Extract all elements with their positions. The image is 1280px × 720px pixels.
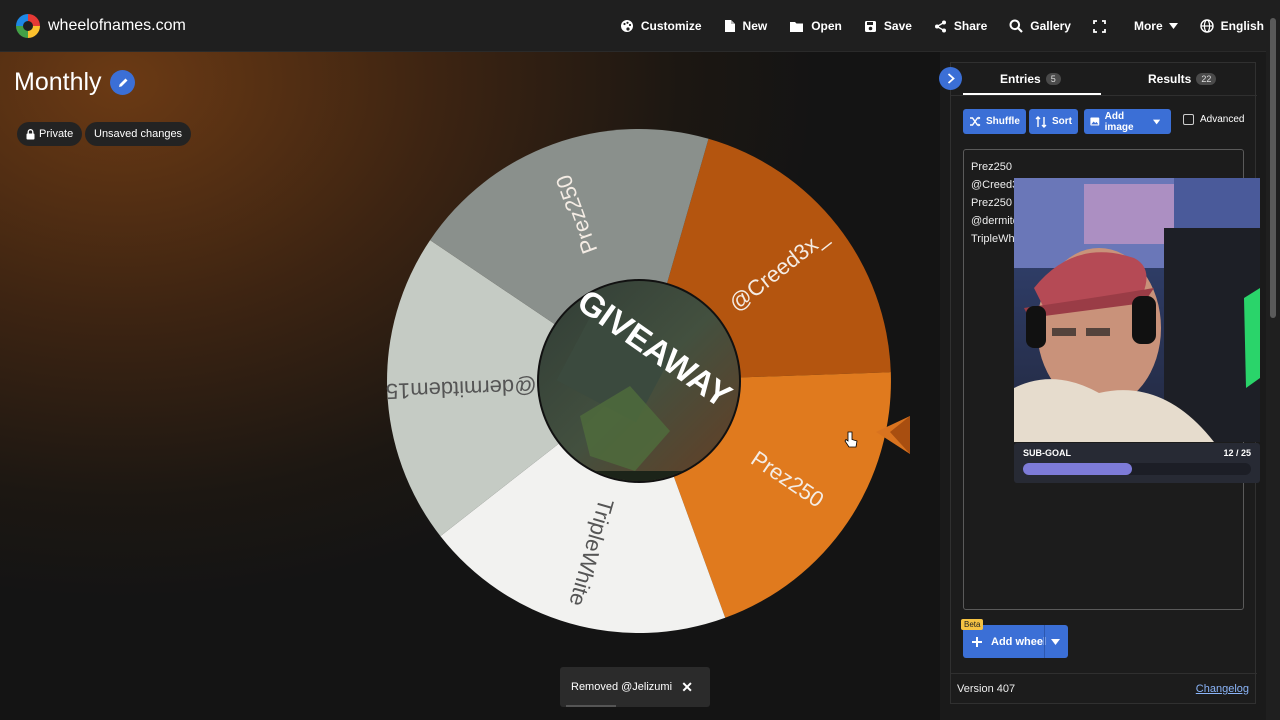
top-bar: wheelofnames.com Customize New Open Save… (0, 0, 1280, 52)
image-icon (1090, 117, 1100, 126)
nav-save[interactable]: Save (864, 19, 912, 33)
add-image-label: Add image (1104, 110, 1134, 133)
file-icon (724, 20, 735, 32)
save-icon (864, 20, 876, 32)
toast-text: Removed @Jelizumi (571, 681, 673, 693)
wheel-title: Monthly (14, 68, 102, 96)
advanced-label: Advanced (1200, 114, 1245, 125)
lock-icon (26, 128, 35, 139)
nav-gallery[interactable]: Gallery (1009, 19, 1071, 33)
nav-share-label: Share (953, 19, 988, 33)
subgoal-progress-track (1023, 463, 1251, 475)
private-chip[interactable]: Private (17, 122, 83, 146)
caret-down-icon (1152, 119, 1160, 124)
removed-toast: Removed @Jelizumi ✕ (560, 667, 710, 707)
tab-results[interactable]: Results 22 (1148, 63, 1217, 95)
panel-tabs: Entries 5 Results 22 (951, 63, 1257, 96)
add-wheel-label: Add wheel (991, 635, 1047, 648)
beta-badge: Beta (961, 619, 984, 630)
share-icon (934, 20, 946, 32)
pencil-icon (118, 78, 127, 87)
nav-new-label: New (742, 19, 768, 33)
nav-more-label: More (1133, 19, 1163, 33)
spinning-wheel[interactable]: @Creed3x_Prez250TripleWhite@dermitdem15P… (380, 86, 920, 671)
edit-title-button[interactable] (110, 70, 135, 95)
tabs-divider (951, 95, 1257, 96)
fullscreen-icon (1093, 19, 1106, 33)
nav-open[interactable]: Open (789, 19, 842, 33)
version-text: Version 407 (957, 683, 1016, 695)
tab-entries-label: Entries (1000, 72, 1041, 86)
add-wheel-split (1044, 625, 1045, 658)
unsaved-label: Unsaved changes (94, 128, 183, 140)
toast-timer-bar (566, 705, 616, 707)
entries-count-badge: 5 (1045, 73, 1061, 85)
webcam-overlay (1014, 178, 1260, 442)
add-image-button[interactable]: Add image (1084, 109, 1171, 134)
nav-language[interactable]: English (1199, 19, 1264, 33)
tab-results-label: Results (1148, 72, 1192, 86)
sort-button[interactable]: Sort (1029, 109, 1078, 134)
entry-line: Prez250 (971, 161, 1012, 173)
caret-down-icon (1168, 23, 1178, 29)
subgoal-count: 12 / 25 (1223, 448, 1251, 458)
palette-icon (620, 20, 633, 32)
brand[interactable]: wheelofnames.com (16, 13, 186, 38)
nav-more[interactable]: More (1134, 19, 1178, 33)
caret-down-icon[interactable] (1051, 639, 1060, 645)
nav-open-label: Open (811, 19, 842, 33)
subgoal-label: SUB-GOAL (1023, 448, 1071, 458)
streamer-webcam-image (1014, 178, 1260, 442)
nav-new[interactable]: New (724, 19, 768, 33)
nav-share[interactable]: Share (934, 19, 987, 33)
tab-entries[interactable]: Entries 5 (1000, 63, 1061, 95)
subgoal-progress-fill (1023, 463, 1133, 475)
unsaved-chip: Unsaved changes (85, 122, 192, 146)
wheel-segment-label: @dermitdem15 (385, 374, 537, 404)
advanced-toggle[interactable]: Advanced (1183, 114, 1244, 125)
chevron-right-icon (947, 73, 955, 84)
nav-customize-label: Customize (640, 19, 702, 33)
sort-icon (1035, 115, 1047, 128)
entry-line: Prez250 (971, 197, 1012, 209)
wheel-stage: Monthly Private Unsaved changes @Creed3x… (0, 52, 940, 720)
plus-icon (972, 636, 982, 647)
main-nav: Customize New Open Save Share Gallery Mo… (598, 0, 1264, 52)
brand-name: wheelofnames.com (48, 16, 186, 34)
folder-icon (790, 21, 804, 32)
globe-icon (1199, 19, 1214, 33)
collapse-panel-button[interactable] (939, 67, 962, 90)
sort-label: Sort (1052, 116, 1072, 127)
scrollbar-thumb[interactable] (1270, 18, 1276, 318)
nav-gallery-label: Gallery (1030, 19, 1071, 33)
nav-fullscreen[interactable] (1093, 19, 1112, 33)
advanced-checkbox[interactable] (1183, 114, 1194, 125)
nav-language-label: English (1220, 19, 1264, 33)
subgoal-widget: SUB-GOAL 12 / 25 (1014, 443, 1260, 483)
hand-cursor-icon (844, 431, 858, 448)
results-count-badge: 22 (1196, 73, 1217, 85)
shuffle-icon (970, 116, 981, 127)
panel-footer-divider (951, 673, 1257, 674)
shuffle-label: Shuffle (986, 116, 1020, 127)
toast-close-icon[interactable]: ✕ (681, 679, 693, 696)
nav-customize[interactable]: Customize (620, 19, 702, 33)
nav-save-label: Save (883, 19, 912, 33)
page-scrollbar[interactable] (1266, 0, 1280, 720)
search-icon (1009, 19, 1024, 33)
changelog-link[interactable]: Changelog (1196, 683, 1249, 695)
shuffle-button[interactable]: Shuffle (963, 109, 1026, 134)
wheel-logo-icon (16, 13, 40, 38)
private-label: Private (39, 128, 74, 140)
